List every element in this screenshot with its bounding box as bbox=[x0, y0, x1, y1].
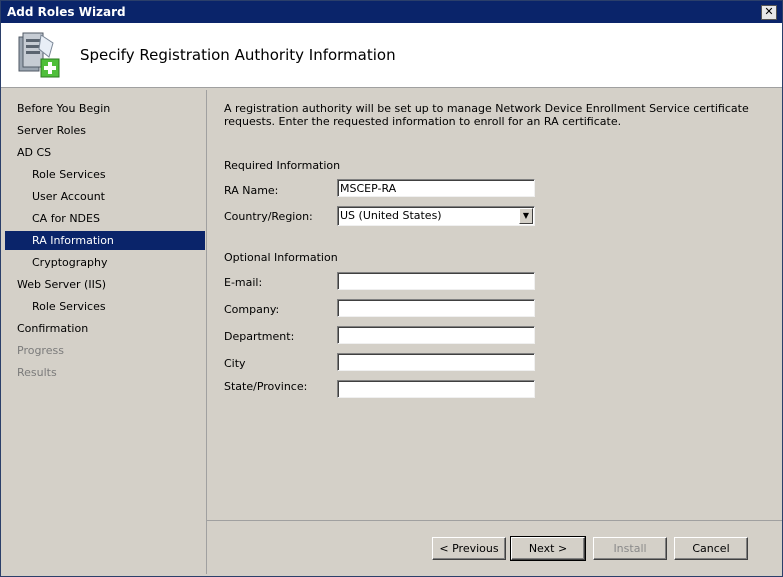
dropdown-arrow-icon[interactable]: ▼ bbox=[519, 208, 533, 224]
nav-item-cryptography[interactable]: Cryptography bbox=[5, 253, 205, 272]
optional-info-heading: Optional Information bbox=[224, 251, 338, 264]
city-field[interactable] bbox=[337, 353, 535, 371]
wizard-nav: Before You Begin Server Roles AD CS Role… bbox=[5, 90, 207, 574]
nav-item-ra-information[interactable]: RA Information bbox=[5, 231, 205, 250]
server-add-icon bbox=[18, 32, 60, 78]
nav-item-server-roles[interactable]: Server Roles bbox=[5, 121, 205, 140]
email-field[interactable] bbox=[337, 272, 535, 290]
wizard-footer: < Previous Next > Install Cancel bbox=[207, 520, 782, 575]
country-select-value: US (United States) bbox=[340, 209, 442, 222]
company-label: Company: bbox=[224, 303, 280, 316]
nav-item-progress: Progress bbox=[17, 344, 64, 357]
window-title: Add Roles Wizard bbox=[7, 5, 126, 19]
city-label: City bbox=[224, 357, 246, 370]
nav-item-results: Results bbox=[17, 366, 57, 379]
nav-item-web-server[interactable]: Web Server (IIS) bbox=[5, 275, 205, 294]
nav-item-ca-for-ndes[interactable]: CA for NDES bbox=[5, 209, 205, 228]
email-label: E-mail: bbox=[224, 276, 263, 289]
required-info-heading: Required Information bbox=[224, 159, 341, 172]
add-roles-wizard-window: Add Roles Wizard ✕ Specify Registration … bbox=[0, 0, 783, 577]
state-label: State/Province: bbox=[224, 380, 308, 393]
page-description: A registration authority will be set up … bbox=[224, 102, 749, 128]
ra-name-label: RA Name: bbox=[224, 184, 279, 197]
nav-item-web-role-services[interactable]: Role Services bbox=[5, 297, 205, 316]
close-button[interactable]: ✕ bbox=[761, 5, 777, 20]
nav-item-ad-cs[interactable]: AD CS bbox=[5, 143, 205, 162]
state-field[interactable] bbox=[337, 380, 535, 398]
page-title: Specify Registration Authority Informati… bbox=[80, 46, 396, 64]
install-button: Install bbox=[593, 537, 667, 560]
previous-button[interactable]: < Previous bbox=[432, 537, 506, 560]
ra-name-input[interactable]: MSCEP-RA bbox=[337, 179, 535, 197]
title-bar: Add Roles Wizard ✕ bbox=[1, 1, 782, 23]
wizard-content: A registration authority will be set up … bbox=[207, 90, 782, 520]
wizard-header: Specify Registration Authority Informati… bbox=[1, 23, 782, 88]
nav-item-before-you-begin[interactable]: Before You Begin bbox=[5, 99, 205, 118]
next-button[interactable]: Next > bbox=[510, 536, 586, 561]
company-field[interactable] bbox=[337, 299, 535, 317]
nav-item-user-account[interactable]: User Account bbox=[5, 187, 205, 206]
nav-item-confirmation[interactable]: Confirmation bbox=[5, 319, 205, 338]
department-field[interactable] bbox=[337, 326, 535, 344]
country-label: Country/Region: bbox=[224, 210, 313, 223]
cancel-button[interactable]: Cancel bbox=[674, 537, 748, 560]
nav-item-role-services[interactable]: Role Services bbox=[5, 165, 205, 184]
country-select[interactable]: US (United States) ▼ bbox=[337, 206, 535, 226]
department-label: Department: bbox=[224, 330, 295, 343]
